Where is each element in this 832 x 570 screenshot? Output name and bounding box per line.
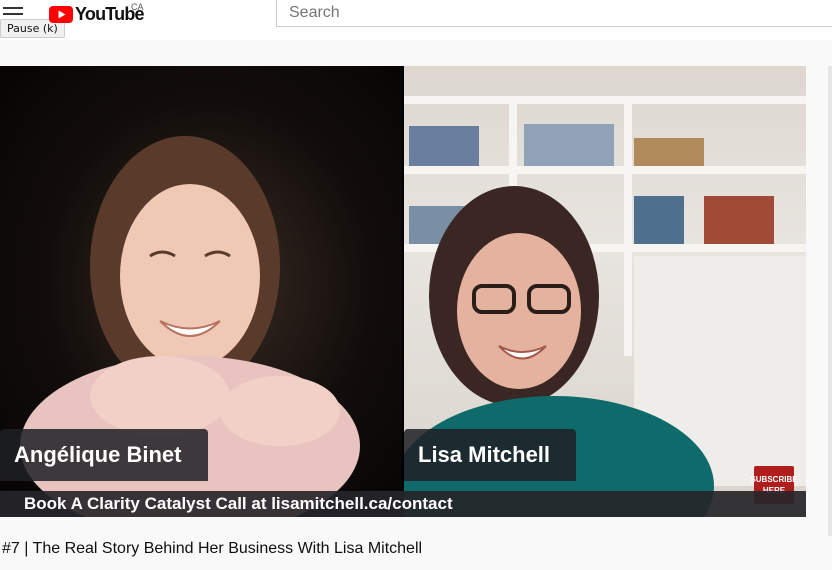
- youtube-play-icon: [49, 5, 73, 23]
- video-player[interactable]: Angélique Binet Lisa Mitchell SUBSCRIBE …: [0, 66, 806, 517]
- sidebar-edge: [828, 66, 832, 536]
- call-to-action-banner: Book A Clarity Catalyst Call at lisamitc…: [0, 491, 806, 517]
- video-pane-left: Angélique Binet: [0, 66, 402, 517]
- youtube-logo[interactable]: YouTube: [49, 2, 145, 26]
- search-input[interactable]: [276, 0, 832, 27]
- video-pane-right: Lisa Mitchell SUBSCRIBE HERE: [394, 66, 806, 517]
- video-title: #7 | The Real Story Behind Her Business …: [2, 540, 423, 557]
- masthead: Pause (k) YouTube CA: [0, 0, 832, 40]
- country-code: CA: [131, 2, 144, 12]
- lower-third-left: Angélique Binet: [0, 429, 208, 481]
- lower-third-right: Lisa Mitchell: [404, 429, 576, 481]
